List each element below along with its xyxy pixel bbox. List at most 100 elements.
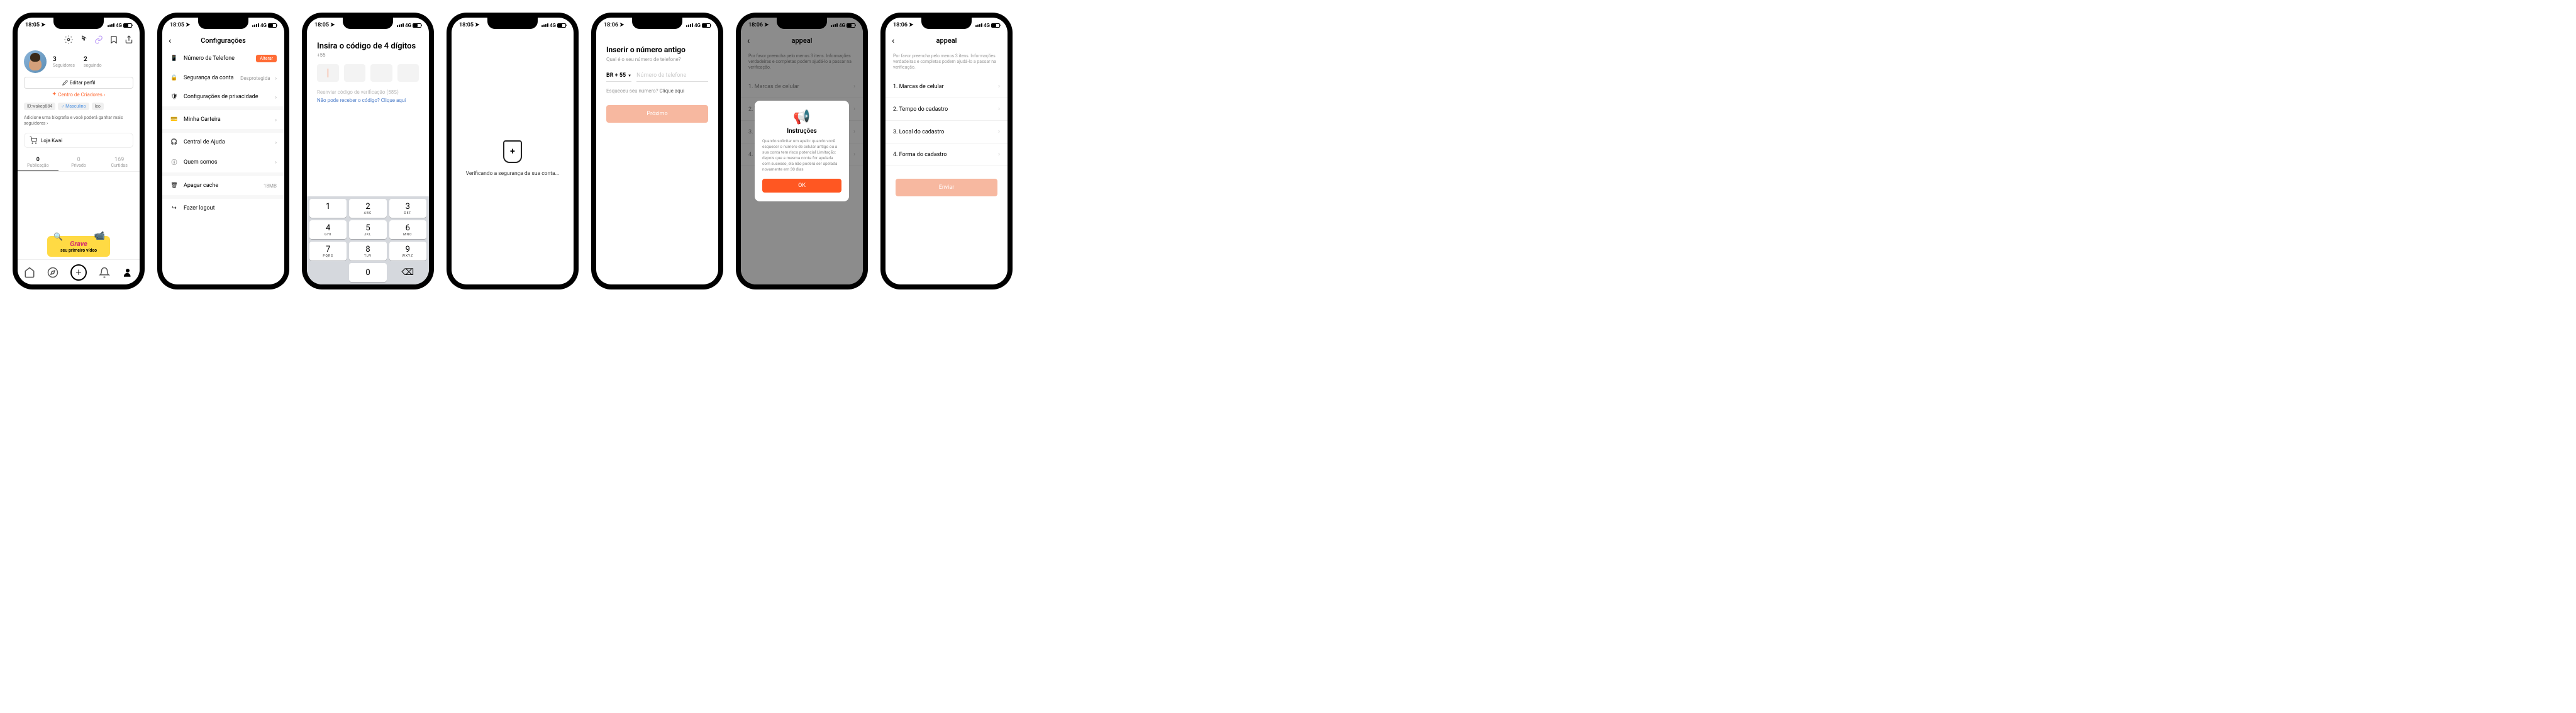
id-tag: ID:wakep884 [24, 103, 55, 110]
appeal-hint: Por favor preencha pelo menos 3 itens. I… [886, 48, 1008, 76]
location-icon: ➤ [186, 22, 191, 28]
logout-icon: ↪ [170, 205, 179, 211]
country-select[interactable]: BR + 55▼ [606, 70, 631, 82]
settings-about[interactable]: ⓘ Quem somos› [162, 152, 284, 172]
bookmark-icon[interactable] [109, 35, 118, 44]
code-input-4[interactable] [397, 64, 419, 82]
numeric-keypad: 1 2ABC 3DEF 4GHI 5JKL 6MNO 7PQRS 8TUV 9W… [307, 196, 429, 284]
phone-icon: 📱 [170, 55, 179, 62]
phone-7-appeal: 18:06➤ 4G ‹ appeal Por favor preencha pe… [880, 13, 1013, 289]
appeal-item-1[interactable]: 1. Marcas de celular› [886, 76, 1008, 98]
pencil-icon [62, 80, 68, 86]
key-backspace[interactable]: ⌫ [389, 263, 426, 282]
battery-icon [413, 23, 421, 28]
megaphone-icon: 📢 [762, 109, 841, 125]
battery-icon [557, 23, 566, 28]
appeal-item-3[interactable]: 3. Local do cadastro› [886, 121, 1008, 143]
settings-help[interactable]: 🎧 Central de Ajuda› [162, 133, 284, 152]
instructions-modal: 📢 Instruções Quando solicitar um apelo: … [755, 101, 849, 202]
record-first-video-banner[interactable]: Grave seu primeiro vídeo [47, 236, 110, 257]
key-5[interactable]: 5JKL [349, 220, 386, 239]
pointer-icon[interactable] [79, 35, 88, 44]
nav-profile[interactable] [121, 266, 134, 279]
key-7[interactable]: 7PQRS [309, 242, 347, 261]
signal-icon [252, 23, 259, 27]
code-input-3[interactable] [370, 64, 392, 82]
location-icon: ➤ [330, 22, 335, 28]
ok-button[interactable]: OK [762, 179, 841, 193]
trash-icon: 🗑 [170, 182, 179, 189]
signal-icon [975, 23, 982, 27]
creator-center-link[interactable]: ✦Centro de Criadores› [18, 89, 140, 100]
bio-prompt[interactable]: Adicione uma biografia e você poderá gan… [18, 113, 140, 129]
page-title: Configurações [169, 36, 278, 45]
shield-icon: 🛡 [170, 94, 179, 100]
appeal-item-2[interactable]: 2. Tempo do cadastro› [886, 98, 1008, 121]
tab-posts[interactable]: 0Publicação [18, 154, 58, 171]
key-4[interactable]: 4GHI [309, 220, 347, 239]
back-button[interactable]: ‹ [169, 36, 171, 46]
page-title: appeal [892, 36, 1001, 45]
insert-title: Inserir o número antigo [596, 33, 718, 57]
battery-icon [991, 23, 1000, 28]
code-input-1[interactable] [317, 64, 339, 82]
lock-icon: 🔒 [170, 75, 179, 81]
location-icon: ➤ [909, 22, 914, 28]
signal-icon [397, 23, 404, 27]
link-icon[interactable] [94, 35, 103, 44]
qr-icon[interactable] [64, 35, 73, 44]
phone-input[interactable]: Número de telefone [636, 70, 708, 82]
followers-stat[interactable]: 3 Seguidores [53, 56, 75, 68]
settings-privacy[interactable]: 🛡 Configurações de privacidade› [162, 87, 284, 106]
battery-icon [123, 23, 132, 28]
key-9[interactable]: 9WXYZ [389, 242, 426, 261]
settings-security[interactable]: 🔒 Segurança da conta Desprotegida› [162, 69, 284, 87]
cant-receive-link[interactable]: Não pode receber o código? Clique aqui [307, 98, 429, 103]
next-button[interactable]: Próximo [606, 105, 708, 123]
key-8[interactable]: 8TUV [349, 242, 386, 261]
key-2[interactable]: 2ABC [349, 199, 386, 218]
location-icon: ➤ [475, 22, 480, 28]
settings-phone[interactable]: 📱 Número de Telefone Alterar [162, 48, 284, 69]
modal-overlay: 📢 Instruções Quando solicitar um apelo: … [741, 18, 863, 284]
avatar[interactable] [24, 50, 47, 73]
verifying-text: Verificando a segurança da sua conta... [466, 171, 560, 177]
insert-subtitle: Qual é o seu número de telefone? [596, 57, 718, 70]
loja-kwai-button[interactable]: Loja Kwai [24, 133, 133, 148]
share-icon[interactable] [125, 35, 133, 44]
key-3[interactable]: 3DEF [389, 199, 426, 218]
info-icon: ⓘ [170, 158, 179, 166]
forgot-number-link[interactable]: Esqueceu seu número? Clique aqui [596, 82, 718, 100]
edit-profile-button[interactable]: Editar perfil [24, 77, 133, 89]
resend-text: Reenviar código de verificação (58S) [307, 82, 429, 98]
settings-cache[interactable]: 🗑 Apagar cache 18MB [162, 176, 284, 195]
appeal-item-4[interactable]: 4. Forma do cadastro› [886, 143, 1008, 166]
key-6[interactable]: 6MNO [389, 220, 426, 239]
submit-button[interactable]: Enviar [896, 179, 997, 196]
code-subtitle: +55 [307, 52, 429, 64]
alterar-button[interactable]: Alterar [256, 55, 277, 62]
nav-notifications[interactable] [98, 266, 111, 279]
nav-create[interactable]: + [70, 264, 87, 281]
phone-2-settings: 18:05➤ 4G ‹ Configurações 📱 Número de Te… [157, 13, 289, 289]
modal-body: Quando solicitar um apelo: quando você e… [762, 138, 841, 173]
key-0[interactable]: 0 [349, 263, 386, 282]
nav-home[interactable] [23, 266, 36, 279]
settings-wallet[interactable]: 💳 Minha Carteira› [162, 110, 284, 129]
back-button[interactable]: ‹ [892, 36, 894, 46]
following-stat[interactable]: 2 seguindo [84, 56, 102, 68]
phone-3-code: 18:05➤ 4G Insira o código de 4 dígitos +… [302, 13, 434, 289]
tab-private[interactable]: 0Privado [58, 154, 99, 171]
modal-title: Instruções [762, 128, 841, 135]
wallet-icon: 💳 [170, 116, 179, 123]
headset-icon: 🎧 [170, 139, 179, 145]
code-input-2[interactable] [344, 64, 366, 82]
cart-icon [30, 137, 37, 144]
settings-logout[interactable]: ↪ Fazer logout [162, 199, 284, 218]
tab-likes[interactable]: 169Curtidas [99, 154, 140, 171]
shield-icon: + [503, 140, 522, 163]
location-icon: ➤ [619, 22, 625, 28]
key-1[interactable]: 1 [309, 199, 347, 218]
nav-explore[interactable] [47, 266, 59, 279]
signal-icon [108, 23, 114, 27]
